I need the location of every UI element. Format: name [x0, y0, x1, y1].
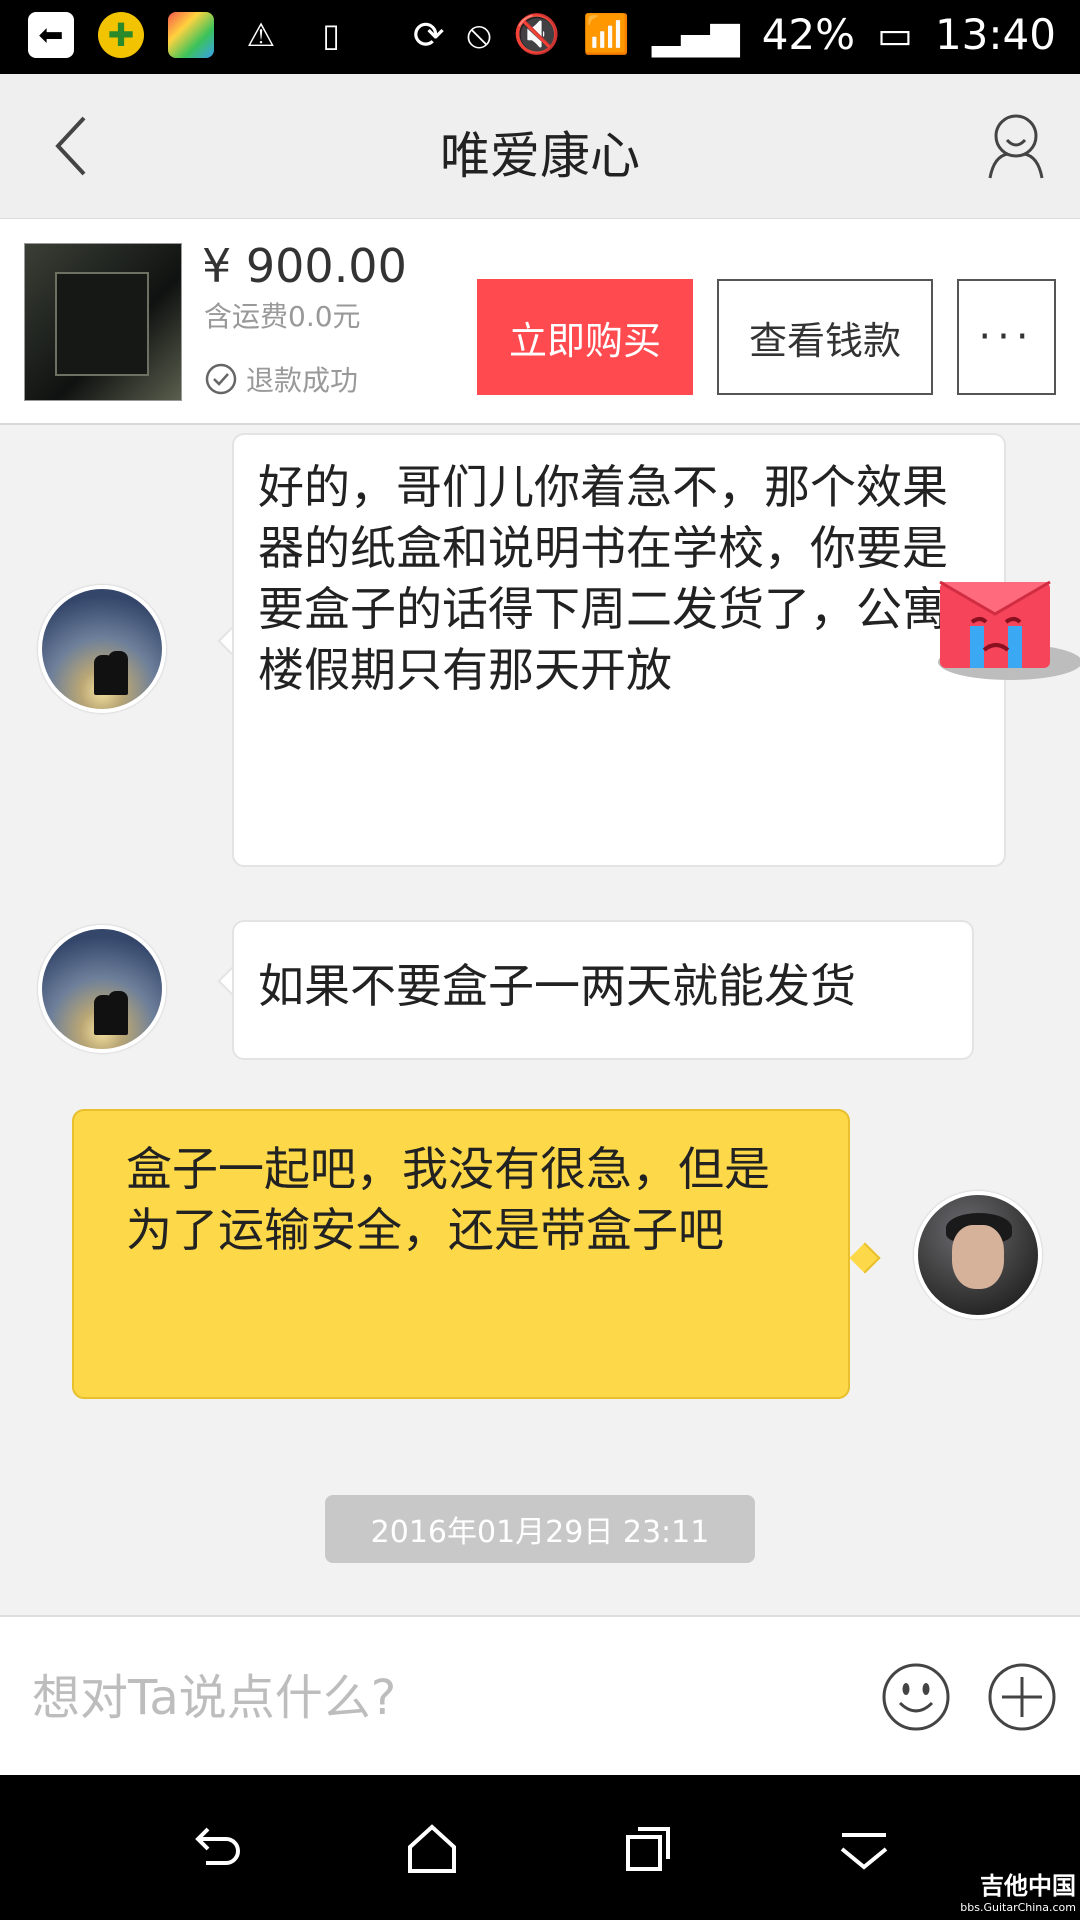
screen-mirror-icon: ▯ — [322, 16, 340, 54]
person-icon — [988, 114, 1044, 179]
sync-icon: ⟳ — [412, 12, 445, 57]
message-composer — [0, 1615, 1080, 1777]
notification-icons: ⬅ ✚ ⚠ ▯ — [28, 12, 354, 58]
plus-icon — [988, 1663, 1056, 1731]
bubble-tail — [849, 1242, 881, 1274]
crying-face-sticker — [938, 580, 1080, 680]
mute-icon: 🔇 — [513, 12, 561, 56]
more-options-button[interactable]: ··· — [957, 279, 1056, 395]
nav-recents-button[interactable] — [618, 1819, 678, 1879]
battery-percent: 42% — [761, 10, 856, 59]
watermark-title: 吉他中国 — [980, 1872, 1076, 1900]
message-input[interactable] — [30, 1657, 854, 1739]
avatar-face — [952, 1225, 1004, 1289]
app-market-icon — [168, 12, 214, 58]
clock: 13:40 — [934, 10, 1056, 59]
check-circle-icon — [205, 363, 237, 395]
product-price: ¥ 900.00 — [202, 239, 407, 293]
battery-icon: ▭ — [877, 12, 913, 57]
attach-button[interactable] — [986, 1661, 1058, 1733]
warning-icon: ⚠ — [246, 16, 276, 54]
message-bubble-incoming[interactable]: 好的，哥们儿你着急不，那个效果器的纸盒和说明书在学校，你要是要盒子的话得下周二发… — [232, 433, 1006, 867]
message-text: 好的，哥们儿你着急不，那个效果器的纸盒和说明书在学校，你要是要盒子的话得下周二发… — [258, 460, 948, 697]
seller-avatar[interactable] — [38, 585, 166, 713]
message-text: 如果不要盒子一两天就能发货 — [258, 959, 856, 1013]
buy-now-button[interactable]: 立即购买 — [477, 279, 693, 395]
timestamp-divider: 2016年01月29日 23:11 — [325, 1495, 755, 1563]
home-icon — [408, 1824, 456, 1873]
status-bar: ⬅ ✚ ⚠ ▯ ⟳ ⦸ 🔇 📶 ▂▄▆ 42% ▭ 13:40 — [0, 0, 1080, 74]
refund-status: 退款成功 — [204, 359, 358, 399]
emoji-button[interactable] — [880, 1661, 952, 1733]
message-bubble-outgoing[interactable]: 盒子一起吧，我没有很急，但是为了运输安全，还是带盒子吧 — [72, 1109, 850, 1399]
product-card: ¥ 900.00 含运费0.0元 退款成功 立即购买 查看钱款 ··· — [0, 219, 1080, 425]
profile-button[interactable] — [984, 110, 1048, 182]
page-title: 唯爱康心 — [440, 127, 640, 185]
system-nav-bar: 吉他中国 bbs.GuitarChina.com — [0, 1775, 1080, 1920]
seller-avatar[interactable] — [38, 925, 166, 1053]
chevron-down-icon — [840, 1833, 888, 1870]
recents-icon — [626, 1827, 670, 1871]
refund-status-label: 退款成功 — [246, 364, 359, 397]
view-payment-button[interactable]: 查看钱款 — [717, 279, 933, 395]
wifi-icon: 📶 — [582, 12, 631, 56]
site-watermark: 吉他中国 bbs.GuitarChina.com — [960, 1866, 1076, 1914]
signal-icon: ▂▄▆ — [652, 12, 740, 57]
chat-messages[interactable]: 好的，哥们儿你着急不，那个效果器的纸盒和说明书在学校，你要是要盒子的话得下周二发… — [0, 425, 1080, 1615]
security-app-icon: ✚ — [98, 12, 144, 58]
nav-home-button[interactable] — [402, 1819, 462, 1879]
system-icons: ⟳ ⦸ 🔇 📶 ▂▄▆ 42% ▭ 13:40 — [413, 10, 1056, 59]
nav-collapse-button[interactable] — [834, 1819, 894, 1879]
avatar-silhouette — [108, 651, 128, 695]
chat-header: 唯爱康心 — [0, 74, 1080, 220]
message-text: 盒子一起吧，我没有很急，但是为了运输安全，还是带盒子吧 — [126, 1142, 770, 1257]
do-not-disturb-icon: ⦸ — [466, 12, 492, 56]
message-bubble-incoming[interactable]: 如果不要盒子一两天就能发货 — [232, 920, 974, 1060]
nav-back-button[interactable] — [186, 1819, 246, 1879]
effects-pedal-image — [55, 272, 149, 376]
back-arrow-icon — [195, 1827, 240, 1865]
back-notification-icon: ⬅ — [28, 12, 74, 58]
watermark-url: bbs.GuitarChina.com — [960, 1901, 1076, 1914]
shipping-info: 含运费0.0元 — [204, 300, 361, 333]
avatar-silhouette — [108, 991, 128, 1035]
product-thumbnail[interactable] — [24, 243, 182, 401]
my-avatar[interactable] — [914, 1191, 1042, 1319]
smiley-icon — [882, 1663, 950, 1731]
